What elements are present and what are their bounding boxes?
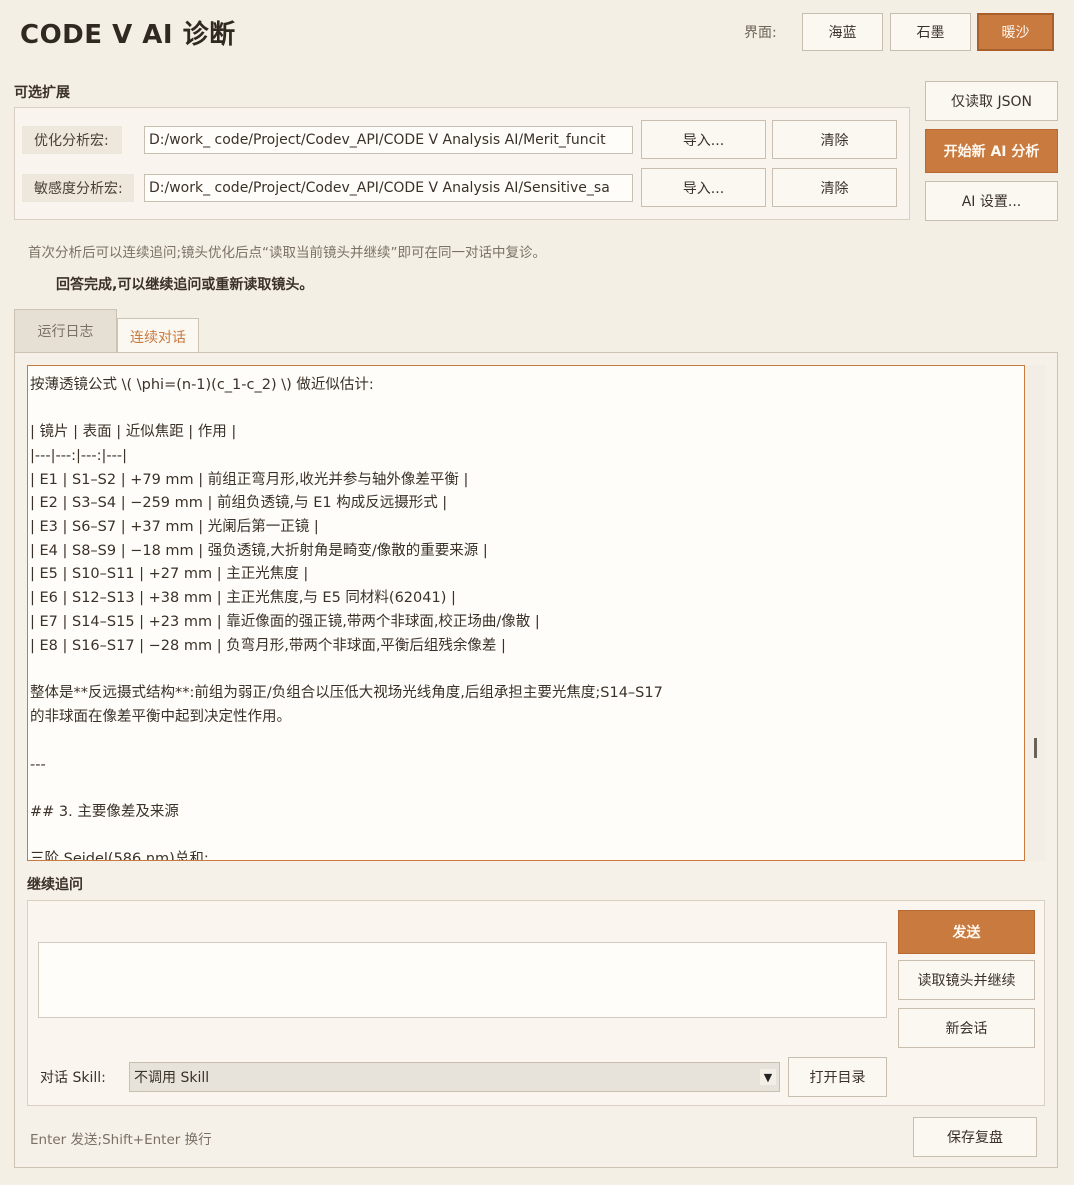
extensions-section-label: 可选扩展: [14, 85, 70, 101]
chat-line: 按薄透镜公式 \( \phi=(n-1)(c_1-c_2) \) 做近似估计:: [30, 377, 374, 393]
chevron-down-icon[interactable]: ▼: [760, 1069, 776, 1085]
shortcut-hint: Enter 发送;Shift+Enter 换行: [30, 1132, 212, 1148]
status-text: 回答完成,可以继续追问或重新读取镜头。: [56, 277, 314, 293]
chat-line: | E2 | S3–S4 | −259 mm | 前组负透镜,与 E1 构成反远…: [30, 495, 448, 511]
skill-label: 对话 Skill:: [40, 1070, 106, 1086]
chat-scrollbar-thumb[interactable]: [1034, 738, 1037, 758]
merit-macro-import-button[interactable]: 导入...: [641, 120, 766, 159]
chat-line: | E3 | S6–S7 | +37 mm | 光阑后第一正镜 |: [30, 519, 319, 535]
theme-graphite-button[interactable]: 石墨: [890, 13, 971, 51]
theme-label: 界面:: [744, 25, 777, 41]
open-directory-button[interactable]: 打开目录: [788, 1057, 887, 1097]
chat-transcript[interactable]: 按薄透镜公式 \( \phi=(n-1)(c_1-c_2) \) 做近似估计: …: [27, 365, 1025, 861]
chat-line: | E4 | S8–S9 | −18 mm | 强负透镜,大折射角是畸变/像散的…: [30, 543, 488, 559]
usage-hint: 首次分析后可以连续追问;镜头优化后点“读取当前镜头并继续”即可在同一对话中复诊。: [28, 245, 547, 261]
chat-line: | E5 | S10–S11 | +27 mm | 主正光焦度 |: [30, 566, 309, 582]
skill-select[interactable]: 不调用 Skill ▼: [129, 1062, 780, 1092]
merit-macro-clear-button[interactable]: 清除: [772, 120, 897, 159]
tab-continuous-chat[interactable]: 连续对话: [117, 318, 199, 354]
merit-macro-label: 优化分析宏:: [22, 126, 122, 154]
chat-line: | E1 | S1–S2 | +79 mm | 前组正弯月形,收光并参与轴外像差…: [30, 472, 469, 488]
merit-macro-path-input[interactable]: D:/work_ code/Project/Codev_API/CODE V A…: [144, 126, 633, 154]
chat-line: | E7 | S14–S15 | +23 mm | 靠近像面的强正镜,带两个非球…: [30, 614, 540, 630]
chat-line: 三阶 Seidel(586 nm)总和:: [30, 851, 209, 861]
chat-line: | E8 | S16–S17 | −28 mm | 负弯月形,带两个非球面,平衡…: [30, 638, 506, 654]
chat-line: 的非球面在像差平衡中起到决定性作用。: [30, 709, 291, 725]
followup-header: 继续追问: [27, 874, 1045, 896]
sensitivity-macro-path-input[interactable]: D:/work_ code/Project/Codev_API/CODE V A…: [144, 174, 633, 202]
chat-line: | E6 | S12–S13 | +38 mm | 主正光焦度,与 E5 同材料…: [30, 590, 456, 606]
chat-scrollbar[interactable]: [1026, 365, 1046, 861]
sensitivity-macro-import-button[interactable]: 导入...: [641, 168, 766, 207]
theme-sea-blue-button[interactable]: 海蓝: [802, 13, 883, 51]
question-input[interactable]: [38, 942, 887, 1018]
followup-section-label: 继续追问: [27, 877, 83, 893]
chat-line: | 镜片 | 表面 | 近似焦距 | 作用 |: [30, 424, 237, 440]
reread-lens-continue-button[interactable]: 读取镜头并继续: [898, 960, 1035, 1000]
sensitivity-macro-clear-button[interactable]: 清除: [772, 168, 897, 207]
read-json-button[interactable]: 仅读取 JSON: [925, 81, 1058, 121]
save-review-button[interactable]: 保存复盘: [913, 1117, 1037, 1157]
send-button[interactable]: 发送: [898, 910, 1035, 954]
ai-settings-button[interactable]: AI 设置...: [925, 181, 1058, 221]
new-session-button[interactable]: 新会话: [898, 1008, 1035, 1048]
app-title: CODE V AI 诊断: [20, 20, 236, 50]
tab-run-log[interactable]: 运行日志: [14, 309, 117, 352]
start-ai-analysis-button[interactable]: 开始新 AI 分析: [925, 129, 1058, 173]
skill-select-value: 不调用 Skill: [134, 1070, 210, 1086]
chat-line: |---|---:|---:|---|: [30, 448, 127, 464]
chat-line: ---: [30, 757, 46, 773]
sensitivity-macro-label: 敏感度分析宏:: [22, 174, 134, 202]
chat-line: ## 3. 主要像差及来源: [30, 804, 179, 820]
theme-warm-sand-button[interactable]: 暖沙: [977, 13, 1054, 51]
chat-line: 整体是**反远摄式结构**:前组为弱正/负组合以压低大视场光线角度,后组承担主要…: [30, 685, 663, 701]
